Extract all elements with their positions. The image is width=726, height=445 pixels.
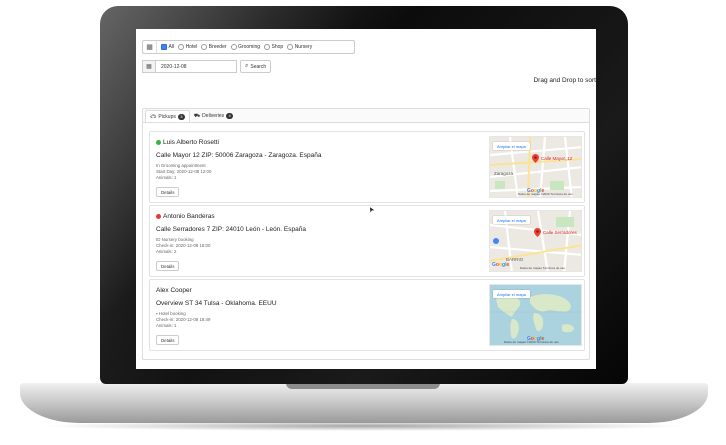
location-map[interactable]: Ampliar el mapa Google Datos de mapas ©2… (489, 284, 582, 346)
map-pin-icon (534, 228, 541, 237)
map-footer: Datos de mapas ©2020 Términos de uso (504, 340, 559, 344)
map-footer: Datos de mapas ©2020 Términos de uso (518, 192, 573, 196)
location-map[interactable]: Ampliar el mapa Calle Mayor, 12 Zaragoza… (489, 136, 582, 198)
location-map[interactable]: Ampliar el mapa Calle Serradores BARRIO … (489, 210, 582, 272)
customer-name: Alex Cooper (156, 287, 192, 294)
date-search-bar: ▦ 2020-12-08 ⌕ Search (142, 60, 272, 73)
map-pin-label: Calle Mayor, 12 (541, 156, 573, 161)
details-button[interactable]: Details (156, 187, 180, 197)
app-ui: ▦ All Hotel Breeder Grooming Shop Nurser… (136, 29, 596, 369)
filter-hotel[interactable]: Hotel (178, 44, 197, 50)
status-dot (156, 140, 161, 145)
radio-icon[interactable] (230, 44, 237, 50)
car-icon: 🚗︎ (150, 113, 157, 120)
filter-all-label: All (168, 44, 175, 50)
laptop-base (20, 383, 708, 423)
map-area-label: Zaragoza (494, 171, 514, 176)
truck-icon: ⛟ (193, 112, 201, 119)
radio-icon[interactable] (178, 44, 185, 50)
animal-count: Animals: 1 (156, 175, 177, 180)
pickup-card[interactable]: Alex Cooper Overview ST 34 Tulsa - Oklah… (149, 279, 585, 351)
enlarge-map-link[interactable]: Ampliar el mapa (493, 290, 530, 298)
service-type: ID Nursery booking (156, 237, 194, 242)
stage: ▦ All Hotel Breeder Grooming Shop Nurser… (0, 0, 726, 445)
customer-name: Antonio Banderas (156, 213, 215, 220)
radio-icon[interactable] (264, 44, 270, 50)
customer-address: Calle Serradores 7 ZIP: 24010 León - Leó… (156, 226, 306, 233)
checkbox-icon[interactable] (161, 44, 167, 50)
map-pin-label: Calle Serradores (543, 230, 577, 235)
grid-view-button[interactable]: ▦ (143, 41, 157, 53)
tab-deliveries[interactable]: ⛟ Deliveries 4 (190, 110, 237, 122)
filter-shop-label: Shop (271, 44, 284, 50)
calendar-icon[interactable]: ▦ (142, 60, 155, 73)
filter-grooming-label: Grooming (238, 44, 260, 50)
tab-deliveries-label: Deliveries (202, 113, 225, 119)
radio-icon[interactable] (287, 44, 294, 50)
laptop-screen: ▦ All Hotel Breeder Grooming Shop Nurser… (136, 29, 596, 369)
status-dot (156, 214, 161, 219)
service-time: Check-in: 2020-12-08 18:00 (156, 243, 211, 248)
service-type: In Grooming appointment (156, 163, 206, 168)
tab-pickups-count: 3 (177, 113, 185, 120)
pickup-card[interactable]: Antonio Banderas Calle Serradores 7 ZIP:… (149, 205, 585, 277)
tab-pickups-label: Pickups (158, 113, 176, 120)
customer-name-text: Antonio Banderas (163, 213, 215, 220)
grid-icon: ▦ (146, 44, 153, 51)
customer-address: Overview ST 34 Tulsa - Oklahoma. EEUU (156, 300, 277, 307)
pickup-card[interactable]: Luis Alberto Rosetti Calle Mayor 12 ZIP:… (149, 131, 585, 203)
details-button[interactable]: Details (156, 261, 180, 271)
filter-breeder-label: Breeder (208, 44, 227, 50)
tab-pickups[interactable]: 🚗︎ Pickups 3 (145, 110, 190, 122)
tab-bar: 🚗︎ Pickups 3 ⛟ Deliveries 4 (143, 109, 589, 123)
search-icon: ⌕ (245, 63, 249, 69)
filter-nursery[interactable]: Nursery (287, 44, 312, 50)
map-pin-icon (532, 154, 539, 163)
filter-breeder[interactable]: Breeder (201, 44, 227, 50)
filter-nursery-label: Nursery (294, 44, 313, 50)
search-button[interactable]: ⌕ Search (240, 60, 272, 73)
service-time: Check-in: 2020-12-08 18:49 (156, 317, 211, 322)
service-type: ▪ Hotel booking (156, 311, 186, 316)
filter-hotel-label: Hotel (185, 44, 198, 50)
customer-name-text: Alex Cooper (156, 287, 192, 294)
date-input[interactable]: 2020-12-08 (155, 60, 237, 73)
filter-all[interactable]: All (161, 44, 174, 50)
route-panel: 🚗︎ Pickups 3 ⛟ Deliveries 4 Luis Alberto Ros… (142, 108, 590, 360)
drag-drop-hint: Drag and Drop to sort (533, 77, 596, 84)
enlarge-map-link[interactable]: Ampliar el mapa (493, 216, 530, 224)
animal-count: Animals: 1 (156, 323, 177, 328)
enlarge-map-link[interactable]: Ampliar el mapa (493, 142, 530, 150)
details-button[interactable]: Details (156, 335, 180, 345)
search-button-label: Search (250, 63, 267, 70)
radio-icon[interactable] (201, 44, 208, 50)
animal-count: Animals: 2 (156, 249, 177, 254)
customer-address: Calle Mayor 12 ZIP: 50006 Zaragoza - Zar… (156, 152, 322, 159)
type-filter-bar: ▦ All Hotel Breeder Grooming Shop Nurser… (142, 40, 355, 54)
service-type-text: Hotel booking (158, 311, 186, 316)
map-footer: Datos de mapas Términos de uso (520, 266, 565, 270)
filter-shop[interactable]: Shop (264, 44, 283, 50)
google-logo: Google (492, 262, 510, 268)
service-time: Start Day: 2020-12-08 12:00 (156, 169, 212, 174)
customer-name-text: Luis Alberto Rosetti (163, 139, 220, 146)
filter-grooming[interactable]: Grooming (230, 44, 260, 50)
customer-name: Luis Alberto Rosetti (156, 139, 219, 146)
tab-deliveries-count: 4 (226, 113, 234, 119)
